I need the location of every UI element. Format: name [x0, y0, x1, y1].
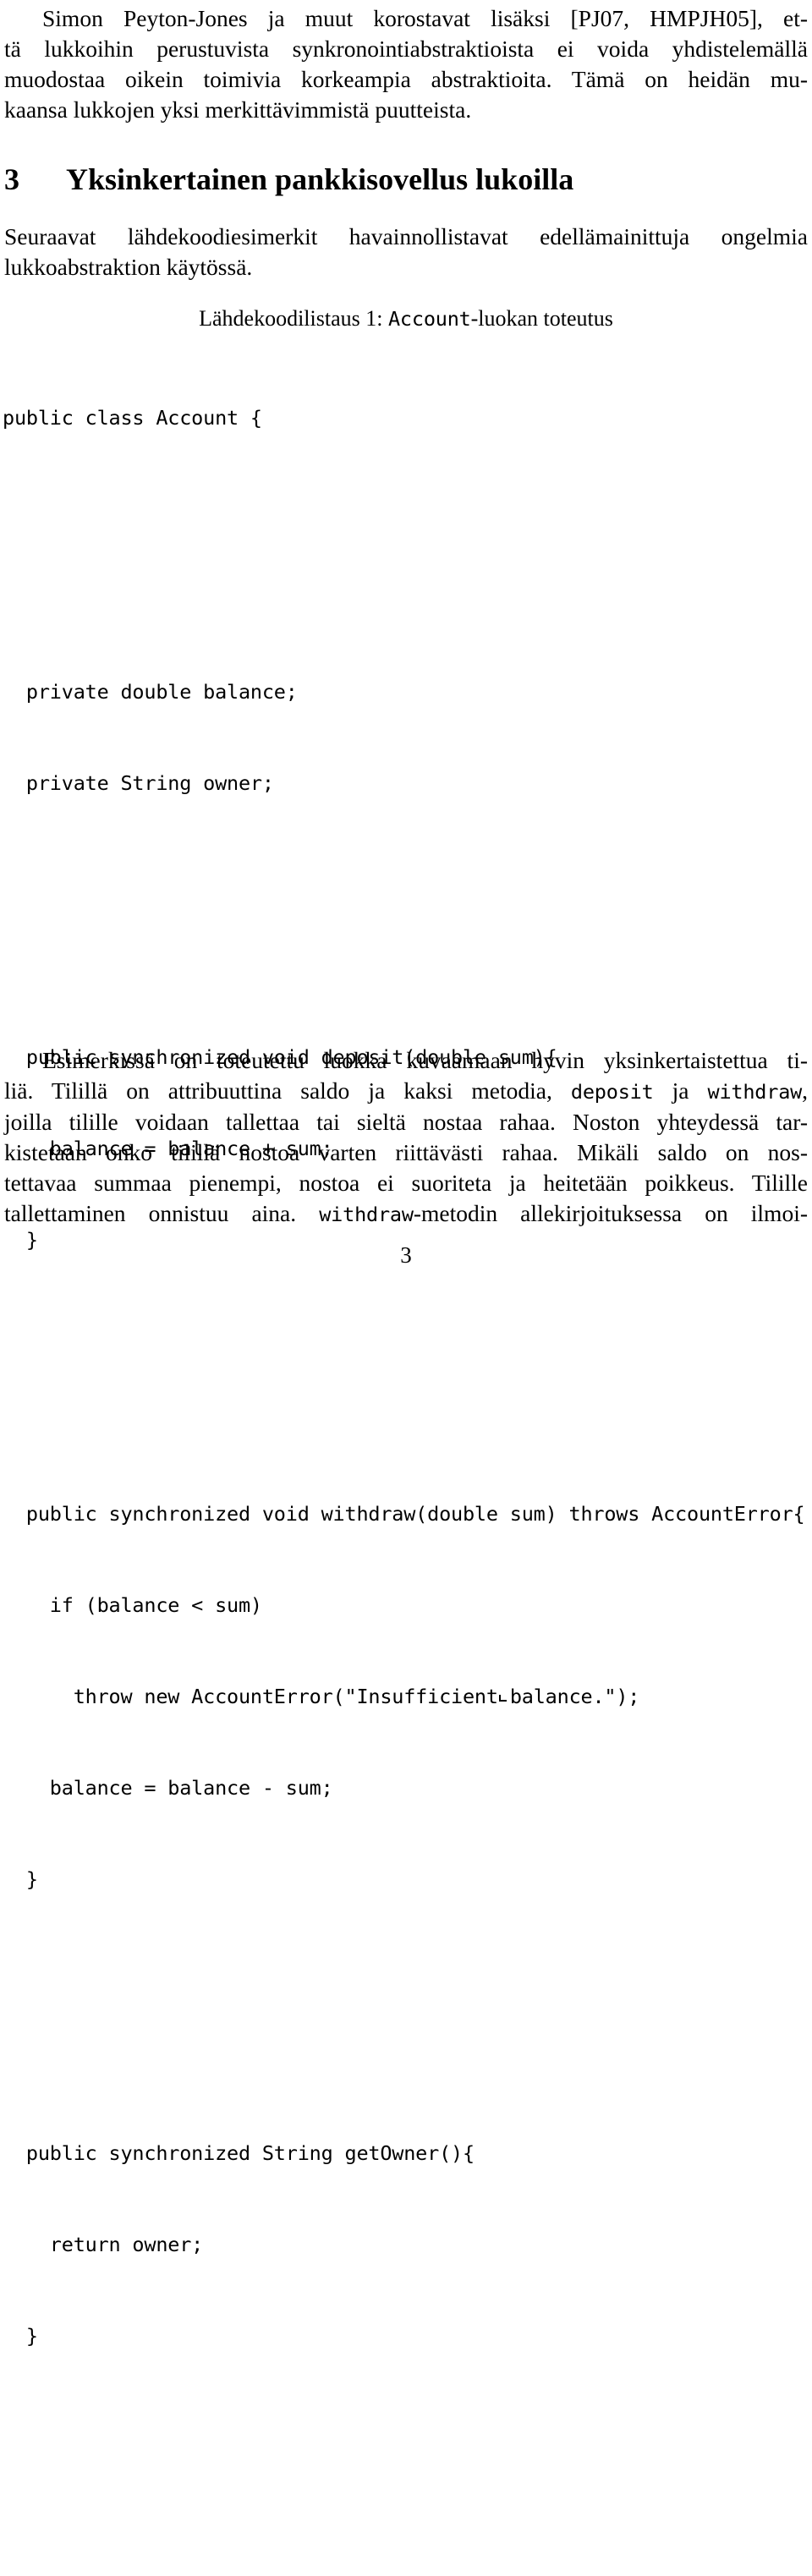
code-line: public synchronized void withdraw(double… — [3, 1502, 805, 1526]
code-throw-suffix: balance."); — [509, 1685, 640, 1708]
code-throw-prefix: throw new AccountError("Insufficient — [3, 1685, 498, 1708]
code-line: } — [3, 2324, 38, 2348]
listing-caption-suffix: -luokan toteutus — [470, 306, 613, 331]
code-line: return owner; — [3, 2233, 204, 2256]
code-line: if (balance < sum) — [3, 1593, 262, 1617]
code-line: } — [3, 1867, 38, 1891]
paragraph-line: lukkoabstraktion käytössä. — [4, 254, 253, 280]
text-part: liä. Tilillä on attribuuttina saldo ja k… — [4, 1077, 571, 1104]
paragraph-line: tä lukkoihin perustuvista synkronointiab… — [4, 36, 808, 62]
paragraph-line: Seuraavat lähdekoodiesimerkit havainnoll… — [4, 223, 808, 249]
code-line: private String owner; — [3, 771, 274, 795]
paragraph-line: kaansa lukkojen yksi merkittävimmistä pu… — [4, 96, 472, 123]
text-part: tallettaminen onnistuu aina. — [4, 1200, 320, 1226]
paragraph-line-with-code: tallettaminen onnistuu aina. withdraw-me… — [4, 1198, 808, 1230]
section-number: 3 — [4, 162, 19, 196]
code-line: public class Account { — [3, 406, 262, 430]
inline-code-withdraw: withdraw — [707, 1080, 803, 1104]
inline-code-withdraw: withdraw — [319, 1203, 414, 1226]
outro-paragraph: Esimerkissä on toteutettu luokka kuvaama… — [4, 1045, 808, 1230]
listing-caption: Lähdekoodilistaus 1: Account-luokan tote… — [4, 304, 808, 333]
intro-paragraph: Simon Peyton-Jones ja muut korostavat li… — [4, 3, 808, 125]
code-listing: public class Account { private double ba… — [3, 342, 806, 2576]
listing-caption-prefix: Lähdekoodilistaus 1: — [199, 306, 388, 331]
code-line-throw: throw new AccountError("Insufficient bala… — [3, 1681, 806, 1712]
paragraph-line: tettavaa summaa pienempi, nostoa ei suor… — [4, 1170, 808, 1196]
code-line: public synchronized String getOwner(){ — [3, 2141, 475, 2165]
text-part: -metodin allekirjoituksessa on ilmoi- — [413, 1200, 808, 1226]
visible-space-icon — [498, 1684, 510, 1704]
page-title: Yksinkertainen pankkisovellus lukoilla — [66, 162, 574, 196]
section-heading: 3 Yksinkertainen pankkisovellus lukoilla — [4, 161, 808, 198]
document-page: Simon Peyton-Jones ja muut korostavat li… — [0, 0, 812, 2348]
paragraph-line: joilla tilille voidaan tallettaa tai sie… — [4, 1109, 808, 1135]
inline-code-deposit: deposit — [570, 1080, 654, 1104]
paragraph-line: muodostaa oikein toimivia korkeampia abs… — [4, 66, 808, 92]
text-part: ja — [653, 1077, 708, 1104]
lead-paragraph: Seuraavat lähdekoodiesimerkit havainnoll… — [4, 222, 808, 282]
page-number: 3 — [400, 1242, 412, 1268]
code-line: private double balance; — [3, 680, 298, 704]
paragraph-line: Simon Peyton-Jones ja muut korostavat li… — [42, 5, 808, 31]
paragraph-line: Esimerkissä on toteutettu luokka kuvaama… — [42, 1047, 808, 1073]
text-part: , — [802, 1077, 808, 1104]
code-line: balance = balance - sum; — [3, 1776, 333, 1800]
paragraph-line-with-code: liä. Tilillä on attribuuttina saldo ja k… — [4, 1076, 808, 1107]
listing-caption-class-name: Account — [387, 307, 471, 331]
paragraph-line: kistetaan onko tilillä nostoa varten rii… — [4, 1139, 808, 1165]
